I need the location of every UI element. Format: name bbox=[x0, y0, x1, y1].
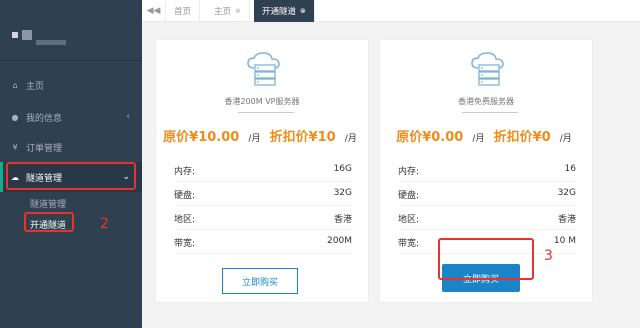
discount-price: 折扣价¥0 bbox=[493, 130, 551, 145]
close-icon[interactable]: ⊗ bbox=[235, 7, 241, 15]
tab-scroll-left-button[interactable]: ◀◀ bbox=[142, 0, 166, 22]
tab-open-tunnel[interactable]: 开通隧道 ⊗ bbox=[254, 0, 315, 22]
price-unit: /月 bbox=[559, 134, 572, 144]
tab-bar: ◀◀ 首页 主页 ⊗ 开通隧道 ⊗ bbox=[142, 0, 640, 22]
close-icon[interactable]: ⊗ bbox=[300, 7, 306, 15]
spec-value: 32G bbox=[333, 188, 352, 198]
tab-label: 主页 bbox=[214, 7, 232, 17]
spec-row-disk: 硬盘: 32G bbox=[398, 182, 576, 206]
sidebar-item-label: 我的信息 bbox=[26, 113, 63, 124]
tab-label: 首页 bbox=[174, 7, 192, 17]
spec-value: 16G bbox=[333, 164, 352, 174]
spec-label: 硬盘: bbox=[174, 191, 196, 201]
spec-value: 香港 bbox=[557, 215, 576, 225]
highlight-box bbox=[24, 212, 74, 232]
discount-price: 折扣价¥10 bbox=[269, 130, 336, 145]
original-price: 原价¥10.00 bbox=[163, 130, 240, 145]
tab-home[interactable]: 首页 bbox=[166, 0, 201, 22]
spec-label: 内存: bbox=[398, 167, 420, 177]
tab-main[interactable]: 主页 ⊗ bbox=[206, 0, 250, 22]
spec-row-region: 地区: 香港 bbox=[174, 206, 352, 230]
sidebar-item-label: 订单管理 bbox=[26, 143, 63, 154]
spec-value: 32G bbox=[557, 188, 576, 198]
spec-label: 硬盘: bbox=[398, 191, 420, 201]
spec-label: 带宽: bbox=[174, 239, 196, 249]
sidebar-divider bbox=[0, 60, 142, 61]
spec-row-bandwidth: 带宽: 200M bbox=[174, 230, 352, 254]
buy-now-button[interactable]: 立即购买 bbox=[222, 268, 298, 294]
spec-label: 地区: bbox=[174, 215, 196, 225]
chevron-left-icon: ‹ bbox=[126, 112, 130, 122]
spec-label: 地区: bbox=[398, 215, 420, 225]
sidebar-item-label: 主页 bbox=[26, 81, 45, 92]
product-card: 香港200M VP服务器 原价¥10.00 /月 折扣价¥10 /月 内存: 16… bbox=[156, 40, 368, 302]
divider bbox=[462, 112, 518, 113]
cloud-server-icon bbox=[471, 52, 504, 86]
spec-value: 16 bbox=[564, 164, 576, 174]
home-icon: ⌂ bbox=[12, 80, 18, 90]
annotation-number: 3 bbox=[544, 248, 553, 264]
price-unit: /月 bbox=[248, 134, 261, 144]
spec-row-memory: 内存: 16 bbox=[398, 158, 576, 182]
spec-value: 200M bbox=[327, 236, 352, 246]
original-price: 原价¥0.00 bbox=[396, 130, 464, 145]
price-line: 原价¥10.00 /月 折扣价¥10 /月 bbox=[156, 126, 368, 145]
spec-row-memory: 内存: 16G bbox=[174, 158, 352, 182]
sidebar-subitem-tunnel-management[interactable]: 隧道管理 bbox=[30, 197, 66, 210]
price-unit: /月 bbox=[344, 134, 357, 144]
price-unit: /月 bbox=[472, 134, 485, 144]
highlight-box bbox=[6, 162, 136, 190]
card-title: 香港免费服务器 bbox=[458, 97, 514, 106]
spec-row-region: 地区: 香港 bbox=[398, 206, 576, 230]
main-content: 香港200M VP服务器 原价¥10.00 /月 折扣价¥10 /月 内存: 16… bbox=[142, 22, 640, 328]
spec-label: 带宽: bbox=[398, 239, 420, 249]
tab-label: 开通隧道 bbox=[262, 7, 297, 17]
brand-logo bbox=[12, 26, 72, 48]
spec-row-disk: 硬盘: 32G bbox=[174, 182, 352, 206]
annotation-number: 2 bbox=[100, 216, 109, 232]
spec-list: 内存: 16G 硬盘: 32G 地区: 香港 带宽: 200M bbox=[174, 158, 352, 254]
user-icon: ● bbox=[11, 112, 19, 122]
card-title: 香港200M VP服务器 bbox=[224, 97, 300, 106]
spec-value: 10 M bbox=[553, 236, 576, 246]
sidebar-item-home[interactable]: ⌂ 主页 bbox=[0, 70, 142, 100]
price-line: 原价¥0.00 /月 折扣价¥0 /月 bbox=[380, 126, 592, 145]
divider bbox=[238, 112, 294, 113]
yen-icon: ¥ bbox=[12, 142, 18, 152]
cloud-server-icon bbox=[247, 52, 280, 86]
spec-value: 香港 bbox=[333, 215, 352, 225]
highlight-box bbox=[438, 238, 534, 280]
sidebar-item-my-info[interactable]: ● 我的信息 ‹ bbox=[0, 102, 142, 132]
spec-label: 内存: bbox=[174, 167, 196, 177]
sidebar-item-orders[interactable]: ¥ 订单管理 bbox=[0, 132, 142, 162]
